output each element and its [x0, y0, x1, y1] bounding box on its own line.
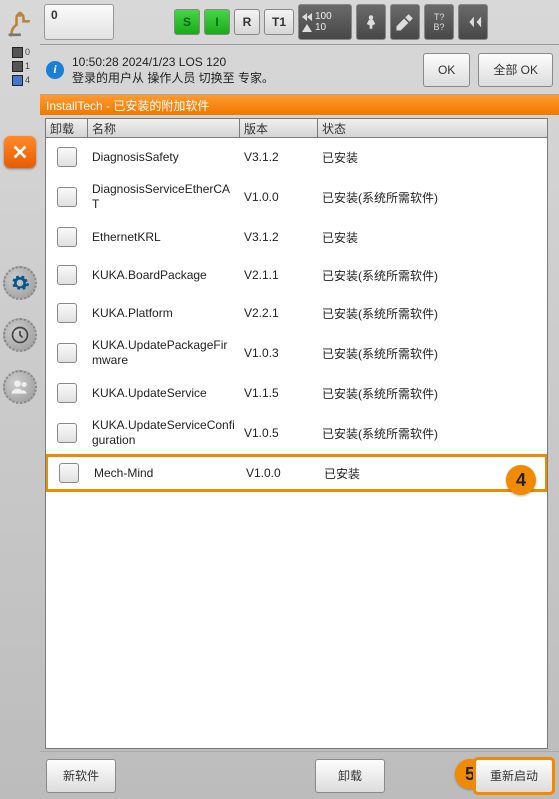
ok-button[interactable]: OK — [423, 53, 470, 87]
uninstall-checkbox[interactable] — [57, 423, 77, 443]
cell-name: Mech-Mind — [90, 457, 242, 489]
cell-version: V2.2.1 — [240, 294, 318, 332]
table-header: 卸载 名称 版本 状态 — [45, 118, 548, 138]
axis-indicator-0: 0 — [0, 45, 40, 59]
cell-name: KUKA.UpdateServiceConfiguration — [88, 412, 240, 454]
table-row[interactable]: KUKA.UpdatePackageFirmwareV1.0.3已安装(系统所需… — [46, 332, 547, 374]
run-icon[interactable] — [356, 4, 386, 40]
cell-version: V1.0.0 — [242, 457, 320, 489]
tool-icon[interactable] — [390, 4, 420, 40]
cell-state: 已安装 — [318, 218, 547, 256]
cell-state: 已安装(系统所需软件) — [318, 374, 547, 412]
robot-icon — [0, 0, 40, 45]
gear-icon[interactable] — [3, 266, 37, 300]
cell-name: KUKA.BoardPackage — [88, 256, 240, 294]
uninstall-checkbox[interactable] — [57, 227, 77, 247]
tb-indicator[interactable]: T?B? — [424, 4, 454, 40]
table-row[interactable]: DiagnosisServiceEtherCATV1.0.0已安装(系统所需软件… — [46, 176, 547, 218]
table-row[interactable]: KUKA.BoardPackageV2.1.1已安装(系统所需软件) — [46, 256, 547, 294]
cell-version: V1.0.5 — [240, 412, 318, 454]
uninstall-checkbox[interactable] — [57, 187, 77, 207]
table-row[interactable]: KUKA.UpdateServiceConfigurationV1.0.5已安装… — [46, 412, 547, 454]
restart-button[interactable]: 重新启动 — [475, 759, 553, 793]
page-title: InstallTech - 已安装的附加软件 — [40, 95, 559, 115]
uninstall-checkbox[interactable] — [57, 147, 77, 167]
cell-name: KUKA.Platform — [88, 294, 240, 332]
cell-name: KUKA.UpdatePackageFirmware — [88, 332, 240, 374]
cell-version: V1.0.3 — [240, 332, 318, 374]
cell-version: V2.1.1 — [240, 256, 318, 294]
cell-state: 已安装(系统所需软件) — [318, 176, 547, 218]
message-text: 10:50:28 2024/1/23 LOS 120 登录的用户从 操作人员 切… — [72, 54, 415, 86]
cell-version: V3.1.2 — [240, 138, 318, 176]
uninstall-checkbox[interactable] — [57, 343, 77, 363]
axis-indicator-1: 1 — [0, 59, 40, 73]
callout-4: 4 — [506, 465, 536, 495]
cell-version: V1.0.0 — [240, 176, 318, 218]
uninstall-checkbox[interactable] — [57, 383, 77, 403]
users-icon[interactable] — [3, 370, 37, 404]
speed-indicator[interactable]: 100 10 — [298, 4, 352, 40]
info-icon: i — [46, 61, 64, 79]
cell-version: V1.1.5 — [240, 374, 318, 412]
axis-indicator-2: 4 — [0, 73, 40, 87]
cell-name: EthernetKRL — [88, 218, 240, 256]
cell-state: 已安装(系统所需软件) — [318, 294, 547, 332]
table-row[interactable]: DiagnosisSafetyV3.1.2已安装 — [46, 138, 547, 176]
program-number[interactable]: 0 — [44, 4, 114, 40]
new-software-button[interactable]: 新软件 — [46, 759, 116, 793]
cell-state: 已安装(系统所需软件) — [318, 332, 547, 374]
table-row[interactable]: EthernetKRLV3.1.2已安装 — [46, 218, 547, 256]
software-table: DiagnosisSafetyV3.1.2已安装DiagnosisService… — [45, 138, 548, 749]
skip-icon[interactable] — [458, 4, 488, 40]
cell-name: KUKA.UpdateService — [88, 374, 240, 412]
table-row[interactable]: KUKA.PlatformV2.2.1已安装(系统所需软件) — [46, 294, 547, 332]
cell-state: 已安装(系统所需软件) — [318, 412, 547, 454]
uninstall-button[interactable]: 卸载 — [315, 759, 385, 793]
status-i[interactable]: I — [204, 9, 230, 35]
all-ok-button[interactable]: 全部 OK — [478, 53, 553, 87]
cell-name: DiagnosisServiceEtherCAT — [88, 176, 240, 218]
cell-version: V3.1.2 — [240, 218, 318, 256]
cell-state: 已安装 — [318, 138, 547, 176]
status-s[interactable]: S — [174, 9, 200, 35]
status-r[interactable]: R — [234, 9, 260, 35]
cell-name: DiagnosisSafety — [88, 138, 240, 176]
uninstall-checkbox[interactable] — [57, 265, 77, 285]
mode-t1[interactable]: T1 — [264, 9, 294, 35]
table-row[interactable]: KUKA.UpdateServiceV1.1.5已安装(系统所需软件) — [46, 374, 547, 412]
clock-icon[interactable] — [3, 318, 37, 352]
table-row[interactable]: Mech-MindV1.0.0已安装 — [45, 454, 548, 492]
close-button[interactable] — [4, 136, 36, 168]
cell-state: 已安装(系统所需软件) — [318, 256, 547, 294]
uninstall-checkbox[interactable] — [57, 303, 77, 323]
uninstall-checkbox[interactable] — [59, 463, 79, 483]
